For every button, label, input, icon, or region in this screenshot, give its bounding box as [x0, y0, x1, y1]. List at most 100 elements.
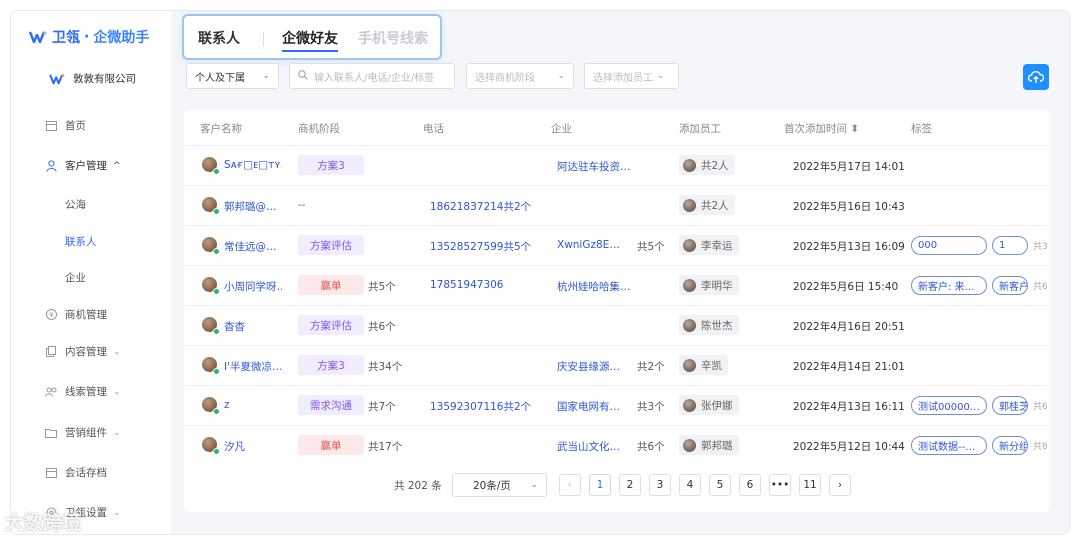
page-button[interactable]: 2 — [619, 474, 641, 496]
subnav-item-enterprise[interactable]: 企业 — [65, 270, 86, 285]
user-icon — [45, 159, 57, 172]
tag-chip[interactable]: 新客户 — [992, 276, 1028, 295]
nav-item-lead-management[interactable]: 线索管理 ⌄ — [45, 384, 121, 399]
nav-item-marketing-components[interactable]: 营销组件 ⌄ — [45, 425, 121, 440]
company-switcher[interactable]: 敦敦有限公司 — [49, 71, 136, 86]
customer-name-link[interactable]: Sᴀғ□ᴇ□ᴛʏ... — [224, 159, 282, 171]
stage-count[interactable]: 共7个 — [368, 399, 396, 414]
staff-chip[interactable]: 张伊娜 — [679, 395, 739, 415]
customer-name-link[interactable]: z — [224, 399, 282, 411]
nav-item-home[interactable]: 首页 — [45, 118, 86, 133]
enterprise-count[interactable]: 共5个 — [637, 239, 665, 254]
staff-chip[interactable]: 共2人 — [679, 155, 735, 175]
table-row[interactable]: 杳杳 方案评估 共6个 陈世杰 2022年4月16日 20:51 — [184, 305, 1050, 345]
enterprise-link[interactable]: 武当山文化… — [557, 439, 633, 454]
page-button[interactable]: 6 — [739, 474, 761, 496]
first-added-time: 2022年5月6日 15:40 — [793, 281, 899, 293]
tag-chip[interactable]: 1 — [992, 236, 1028, 255]
scope-select[interactable]: 个人及下属 ⌄ — [186, 63, 279, 89]
staff-chip[interactable]: 共2人 — [679, 195, 735, 215]
avatar — [202, 357, 220, 375]
staff-label: 辛凯 — [701, 359, 722, 372]
staff-chip[interactable]: 李幸运 — [679, 235, 739, 255]
tab-wecom-friends[interactable]: 企微好友 — [282, 28, 338, 48]
enterprise-link[interactable]: 庆安县缘源… — [557, 359, 633, 374]
stage-count[interactable]: 共5个 — [368, 279, 396, 294]
phone-link[interactable]: 13528527599共5个 — [430, 239, 531, 254]
table-row[interactable]: I'半夏微凉… 方案3 共34个 庆安县缘源… 共2个 辛凯 2022年4月14日 21:0… — [184, 345, 1050, 385]
tag-count[interactable]: 共6 — [1033, 279, 1048, 292]
tag-chip[interactable]: 测试数据--… — [911, 436, 987, 455]
yen-icon: ¥ — [45, 309, 57, 321]
staff-label: 李明华 — [701, 279, 733, 292]
phone-link[interactable]: 13592307116共2个 — [430, 399, 531, 414]
table-row[interactable]: 郭邦璐@… -- 18621837214共2个 共2人 2022年5月16日 10:43 — [184, 185, 1050, 225]
stage-select-placeholder: 选择商机阶段 — [475, 72, 535, 84]
page-button[interactable]: 3 — [649, 474, 671, 496]
subnav-item-public-pool[interactable]: 公海 — [65, 197, 86, 212]
nav-item-chat-archive[interactable]: 会话存档 — [45, 465, 107, 480]
stage-count[interactable]: 共6个 — [368, 319, 396, 334]
enterprise-count[interactable]: 共6个 — [637, 439, 665, 454]
nav-item-customer-management[interactable]: 客户管理 ^ — [45, 158, 121, 173]
brand-logo[interactable]: 卫瓴 · 企微助手 — [29, 27, 149, 47]
tag-chip[interactable]: 郭桂芝 — [992, 396, 1028, 415]
enterprise-link[interactable]: 杭州娃哈哈集… — [557, 279, 633, 294]
tag-chip[interactable]: 新客户: 来… — [911, 276, 987, 295]
staff-chip[interactable]: 陈世杰 — [679, 315, 739, 335]
page-ellipsis-button[interactable]: ••• — [769, 474, 791, 496]
table-row[interactable]: z 需求沟通 共7个 13592307116共2个 国家电网有… 共3个 张伊娜 2022年4… — [184, 385, 1050, 425]
page-button[interactable]: 11 — [799, 474, 821, 496]
chevron-down-icon: ⌄ — [262, 71, 270, 81]
pagination-total: 共 202 条 — [394, 480, 442, 492]
cloud-upload-icon — [1028, 71, 1044, 83]
page-button[interactable]: 4 — [679, 474, 701, 496]
column-header-first-added-time[interactable]: 首次添加时间 ⬍ — [784, 121, 859, 136]
enterprise-link[interactable]: XwniGz8E… — [557, 239, 633, 251]
stage-select[interactable]: 选择商机阶段 ⌄ — [466, 63, 574, 89]
enterprise-link[interactable]: 阿达驻车投资… — [557, 159, 633, 174]
staff-chip[interactable]: 郭邦璐 — [679, 435, 739, 455]
tab-contacts[interactable]: 联系人 — [198, 28, 240, 48]
customer-name-link[interactable]: 郭邦璐@… — [224, 199, 282, 214]
next-page-button[interactable]: › — [829, 474, 851, 496]
customer-name-link[interactable]: 常佳远@… — [224, 239, 282, 254]
page-size-select[interactable]: 20条/页 ⌄ — [452, 473, 547, 497]
tag-chip[interactable]: 新分组 — [992, 436, 1028, 455]
tab-phone-leads[interactable]: 手机号线索 — [358, 28, 428, 48]
page-button[interactable]: 5 — [709, 474, 731, 496]
table-row[interactable]: 小周同学呀… 赢单 共5个 17851947306 杭州娃哈哈集… 李明华 2022年5月6… — [184, 265, 1050, 305]
subnav-item-contacts[interactable]: 联系人 — [65, 234, 97, 249]
export-button[interactable] — [1023, 64, 1049, 90]
tag-count[interactable]: 共8 — [1033, 439, 1048, 452]
tag-count[interactable]: 共3 — [1033, 239, 1048, 252]
nav-item-opportunity-management[interactable]: ¥ 商机管理 — [45, 307, 107, 322]
tag-count[interactable]: 共6 — [1033, 399, 1048, 412]
company-logo-icon — [49, 73, 65, 84]
phone-link[interactable]: 17851947306 — [430, 279, 504, 291]
search-input[interactable]: 输入联系人/电话/企业/标签 — [289, 63, 455, 89]
enterprise-count[interactable]: 共2个 — [637, 359, 665, 374]
enterprise-link[interactable]: 国家电网有… — [557, 399, 633, 414]
customer-name-link[interactable]: 小周同学呀… — [224, 279, 282, 294]
prev-page-button[interactable]: ‹ — [559, 474, 581, 496]
stage-count[interactable]: 共17个 — [368, 439, 402, 454]
enterprise-count[interactable]: 共3个 — [637, 399, 665, 414]
table-row[interactable]: 常佳远@… 方案评估 13528527599共5个 XwniGz8E… 共5个 李幸运 20… — [184, 225, 1050, 265]
tag-chip[interactable]: 000 — [911, 236, 987, 255]
staff-select[interactable]: 选择添加员工 ⌄ — [584, 63, 679, 89]
table-row[interactable]: 汐凡 赢单 共17个 武当山文化… 共6个 郭邦璐 2022年5月12日 10:44 测试数据… — [184, 425, 1050, 465]
phone-link[interactable]: 18621837214共2个 — [430, 199, 531, 214]
customer-name-link[interactable]: I'半夏微凉… — [224, 359, 282, 374]
avatar — [202, 157, 220, 175]
staff-chip[interactable]: 辛凯 — [679, 355, 728, 375]
tag-chip[interactable]: 测试00000… — [911, 396, 987, 415]
page-button[interactable]: 1 — [589, 474, 611, 496]
table-row[interactable]: Sᴀғ□ᴇ□ᴛʏ... 方案3 阿达驻车投资… 共2人 2022年5月17日 14:01 — [184, 145, 1050, 185]
nav-item-content-management[interactable]: 内容管理 ⌄ — [45, 344, 121, 359]
stage-count[interactable]: 共34个 — [368, 359, 402, 374]
customer-name-link[interactable]: 汐凡 — [224, 439, 282, 454]
staff-chip[interactable]: 李明华 — [679, 275, 739, 295]
customer-name-link[interactable]: 杳杳 — [224, 319, 282, 334]
column-header-staff: 添加员工 — [679, 123, 721, 135]
